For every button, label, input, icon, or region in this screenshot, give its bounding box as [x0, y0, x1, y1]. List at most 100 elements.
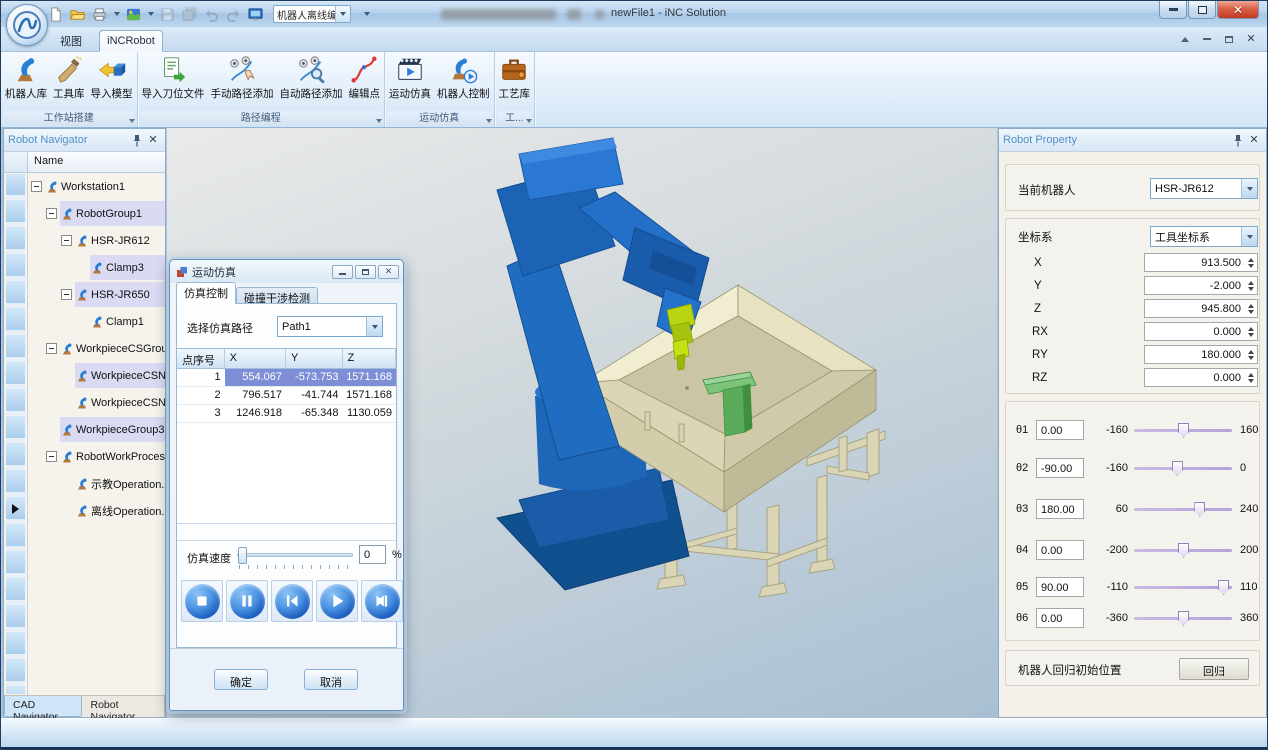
stop-button[interactable]: [181, 580, 223, 622]
joint-value-input[interactable]: -90.00: [1036, 458, 1084, 478]
open-folder-icon[interactable]: [69, 6, 86, 23]
table-row[interactable]: 2 796.517 -41.744 1571.168: [177, 387, 396, 405]
column-header[interactable]: Name: [28, 152, 165, 172]
pin-icon[interactable]: [129, 133, 145, 148]
dialog-launcher-icon[interactable]: [376, 119, 382, 123]
pose-rx-input[interactable]: 0.000: [1144, 322, 1258, 341]
tree-item[interactable]: RobotGroup1: [28, 200, 165, 227]
mdi-restore-icon[interactable]: [1223, 33, 1235, 45]
slider-thumb[interactable]: [1218, 580, 1229, 595]
joint-value-input[interactable]: 0.00: [1036, 540, 1084, 560]
speed-slider[interactable]: [237, 553, 353, 557]
slider-thumb[interactable]: [1194, 502, 1205, 517]
chevron-down-icon[interactable]: [335, 6, 350, 22]
tab-simulation-control[interactable]: 仿真控制: [176, 282, 236, 304]
undo-icon[interactable]: [203, 6, 220, 23]
save-all-icon[interactable]: [181, 6, 198, 23]
current-robot-combobox[interactable]: HSR-JR612: [1150, 178, 1258, 199]
process-library-button[interactable]: 工艺库: [496, 54, 534, 108]
tab-robot-navigator[interactable]: Robot Navigator: [82, 696, 165, 717]
tree-item[interactable]: Clamp3: [28, 254, 165, 281]
pose-x-input[interactable]: 913.500: [1144, 253, 1258, 272]
tree-item[interactable]: 离线Operation...: [28, 497, 165, 524]
slider-thumb[interactable]: [238, 547, 247, 564]
joint-value-input[interactable]: 0.00: [1036, 420, 1084, 440]
play-button[interactable]: [316, 580, 358, 622]
dialog-minimize-button[interactable]: [332, 265, 353, 279]
title-bar[interactable]: 机器人离线编程 newFile1 - iNC Solution ✕: [1, 1, 1267, 27]
motion-simulation-button[interactable]: 运动仿真: [386, 54, 434, 108]
tree-item[interactable]: HSR-JR650: [28, 281, 165, 308]
tree-item[interactable]: WorkpieceCSGrou...: [28, 335, 165, 362]
theme-dropdown-icon[interactable]: [148, 12, 154, 16]
dialog-launcher-icon[interactable]: [526, 119, 532, 123]
dialog-title-bar[interactable]: 运动仿真 ✕: [170, 260, 403, 283]
auto-path-add-button[interactable]: 自动路径添加: [277, 54, 346, 108]
col-x[interactable]: X: [225, 349, 286, 368]
print-dropdown-icon[interactable]: [114, 12, 120, 16]
app-logo[interactable]: [6, 4, 48, 46]
manual-path-add-button[interactable]: 手动路径添加: [208, 54, 277, 108]
joint-value-input[interactable]: 0.00: [1036, 608, 1084, 628]
spinner-arrows-icon[interactable]: [1244, 323, 1257, 340]
tree-item[interactable]: HSR-JR612: [28, 227, 165, 254]
pause-button[interactable]: [226, 580, 268, 622]
redo-icon[interactable]: [225, 6, 242, 23]
joint-value-input[interactable]: 180.00: [1036, 499, 1084, 519]
mdi-minimize-icon[interactable]: [1201, 33, 1213, 45]
spinner-arrows-icon[interactable]: [1244, 300, 1257, 317]
path-combobox[interactable]: Path1: [277, 316, 383, 337]
robot-control-button[interactable]: 机器人控制: [434, 54, 493, 108]
tree-item[interactable]: Workstation1: [28, 173, 165, 200]
joint-slider[interactable]: [1134, 467, 1232, 470]
speed-input[interactable]: 0: [359, 545, 386, 564]
print-icon[interactable]: [91, 6, 108, 23]
table-row[interactable]: 3 1246.918 -65.348 1130.059: [177, 405, 396, 423]
joint-value-input[interactable]: 90.00: [1036, 577, 1084, 597]
row-indicator-column[interactable]: [4, 173, 28, 695]
tab-incrobot[interactable]: iNCRobot: [99, 30, 163, 52]
mode-combobox[interactable]: 机器人离线编程: [273, 5, 351, 23]
expander-icon[interactable]: [46, 451, 57, 462]
tool-library-button[interactable]: 工具库: [50, 54, 88, 108]
chevron-down-icon[interactable]: [1241, 227, 1257, 246]
step-forward-button[interactable]: [361, 580, 403, 622]
tab-view[interactable]: 视图: [45, 30, 97, 52]
pose-y-input[interactable]: -2.000: [1144, 276, 1258, 295]
spinner-arrows-icon[interactable]: [1244, 346, 1257, 363]
path-points-table[interactable]: 点序号 X Y Z 1 554.067 -573.753 1571.168 2 …: [177, 348, 396, 524]
table-row[interactable]: 1 554.067 -573.753 1571.168: [177, 369, 396, 387]
tree-item[interactable]: RobotWorkProcess4: [28, 443, 165, 470]
chevron-down-icon[interactable]: [366, 317, 382, 336]
pin-icon[interactable]: [1230, 133, 1246, 148]
tab-cad-navigator[interactable]: CAD Navigator: [4, 696, 82, 717]
col-y[interactable]: Y: [286, 349, 342, 368]
close-icon[interactable]: ✕: [1246, 133, 1262, 148]
tree-item[interactable]: WorkpieceCSN...: [28, 389, 165, 416]
home-button[interactable]: 回归: [1179, 658, 1249, 680]
spinner-arrows-icon[interactable]: [1244, 369, 1257, 386]
expander-icon[interactable]: [61, 289, 72, 300]
slider-thumb[interactable]: [1178, 611, 1189, 626]
toolbar-overflow-icon[interactable]: [364, 12, 370, 16]
dialog-close-button[interactable]: ✕: [378, 265, 399, 279]
monitor-icon[interactable]: [247, 6, 264, 23]
chevron-down-icon[interactable]: [1241, 179, 1257, 198]
expander-icon[interactable]: [61, 235, 72, 246]
pose-z-input[interactable]: 945.800: [1144, 299, 1258, 318]
collapse-ribbon-icon[interactable]: [1179, 33, 1191, 45]
tree-item[interactable]: WorkpieceGroup3: [28, 416, 165, 443]
dialog-launcher-icon[interactable]: [129, 119, 135, 123]
new-file-icon[interactable]: [47, 6, 64, 23]
slider-thumb[interactable]: [1178, 423, 1189, 438]
tree-item[interactable]: WorkpieceCSN...: [28, 362, 165, 389]
pose-ry-input[interactable]: 180.000: [1144, 345, 1258, 364]
minimize-button[interactable]: [1159, 1, 1187, 19]
joint-slider[interactable]: [1134, 617, 1232, 620]
spinner-arrows-icon[interactable]: [1244, 254, 1257, 271]
close-button[interactable]: ✕: [1217, 1, 1259, 19]
close-icon[interactable]: ✕: [145, 133, 161, 148]
ok-button[interactable]: 确定: [214, 669, 268, 690]
maximize-button[interactable]: [1188, 1, 1216, 19]
spinner-arrows-icon[interactable]: [1244, 277, 1257, 294]
